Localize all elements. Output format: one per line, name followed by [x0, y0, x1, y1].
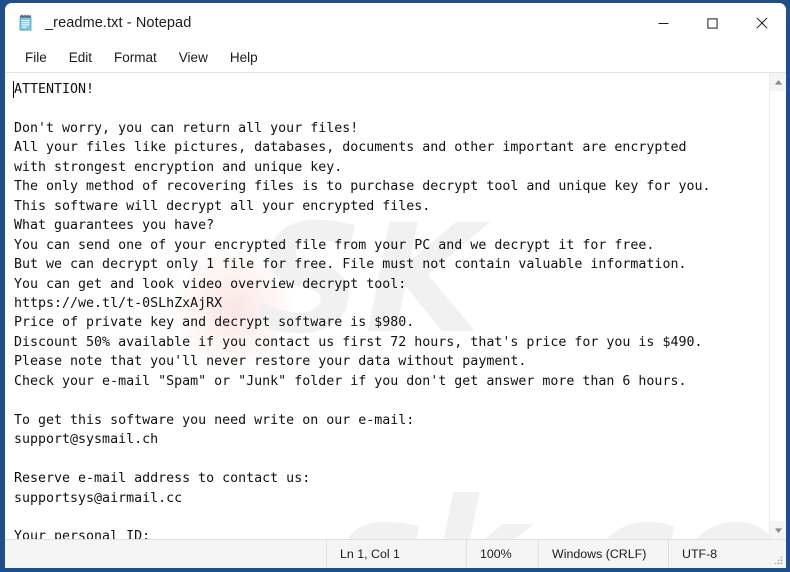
maximize-button[interactable]	[688, 3, 737, 43]
status-bar: Ln 1, Col 1 100% Windows (CRLF) UTF-8	[5, 539, 786, 568]
status-cursor-position: Ln 1, Col 1	[326, 540, 466, 568]
menu-item-file[interactable]: File	[14, 46, 58, 70]
menu-item-format[interactable]: Format	[103, 46, 168, 70]
close-button[interactable]	[737, 3, 786, 43]
status-spacer	[5, 540, 326, 568]
status-encoding[interactable]: UTF-8	[668, 540, 768, 568]
notepad-window: _readme.txt - Notepad File Edit Format V…	[5, 3, 786, 568]
status-zoom-level[interactable]: 100%	[466, 540, 538, 568]
vertical-scrollbar[interactable]	[769, 73, 786, 539]
window-frame: _readme.txt - Notepad File Edit Format V…	[0, 0, 790, 572]
menu-item-view[interactable]: View	[168, 46, 219, 70]
text-caret	[13, 81, 14, 98]
scroll-up-icon[interactable]	[769, 73, 786, 91]
status-line-ending[interactable]: Windows (CRLF)	[538, 540, 668, 568]
menu-item-edit[interactable]: Edit	[58, 46, 103, 70]
notepad-icon	[17, 14, 35, 32]
title-bar[interactable]: _readme.txt - Notepad	[5, 3, 786, 43]
minimize-button[interactable]	[639, 3, 688, 43]
menu-item-help[interactable]: Help	[219, 46, 269, 70]
scrollbar-thumb[interactable]	[769, 91, 786, 521]
resize-grip[interactable]	[768, 540, 786, 568]
scrollbar-track[interactable]	[769, 91, 786, 521]
editor-area: SK sk.com ATTENTION! Don't worry, you ca…	[5, 72, 786, 539]
scroll-down-icon[interactable]	[769, 521, 786, 539]
ransom-note-text: ATTENTION! Don't worry, you can return a…	[14, 82, 711, 539]
menu-bar: File Edit Format View Help	[5, 43, 786, 72]
window-title: _readme.txt - Notepad	[45, 15, 192, 31]
window-controls	[639, 3, 786, 43]
text-area[interactable]: SK sk.com ATTENTION! Don't worry, you ca…	[5, 73, 769, 539]
